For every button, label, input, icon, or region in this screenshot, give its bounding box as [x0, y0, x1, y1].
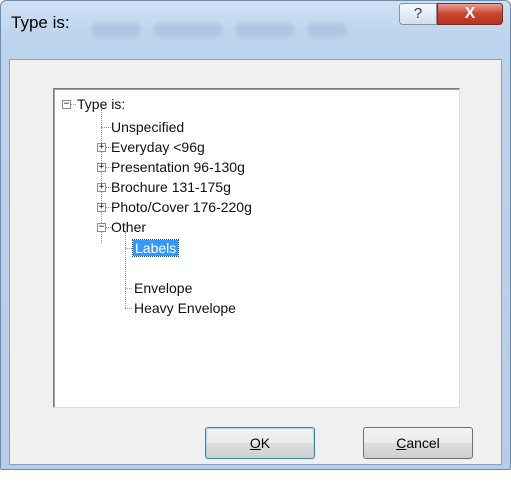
ok-label-rest: K: [260, 435, 271, 451]
close-icon: X: [464, 5, 476, 22]
cancel-label-rest: ancel: [406, 435, 440, 451]
tree-item-labels[interactable]: Labels: [131, 239, 180, 257]
cancel-mnemonic: C: [396, 435, 407, 451]
selected-item-label: Labels: [131, 239, 180, 257]
help-button[interactable]: ?: [399, 3, 437, 25]
help-icon: ?: [413, 5, 423, 22]
tree-connector: [71, 104, 76, 105]
expand-icon[interactable]: +: [97, 203, 106, 212]
tree-item-envelope[interactable]: Envelope: [134, 279, 192, 297]
tree-item-everyday[interactable]: Everyday <96g: [111, 138, 205, 156]
tree-item-brochure[interactable]: Brochure 131-175g: [111, 178, 231, 196]
expand-icon[interactable]: +: [97, 143, 106, 152]
tree-item-presentation[interactable]: Presentation 96-130g: [111, 158, 245, 176]
collapse-icon[interactable]: −: [97, 223, 106, 232]
dialog-window: Type is: ? X − Type is: Unspecified + Ev…: [0, 0, 511, 470]
close-button[interactable]: X: [437, 3, 503, 25]
tree-connector: [125, 232, 126, 308]
tree-connector: [101, 127, 111, 128]
title-bar[interactable]: Type is: ? X: [1, 1, 510, 59]
blurred-background-tabs: [91, 23, 391, 43]
collapse-icon[interactable]: −: [62, 100, 71, 109]
type-tree-view[interactable]: − Type is: Unspecified + Everyday <96g +…: [53, 88, 460, 408]
tree-item-unspecified[interactable]: Unspecified: [111, 118, 184, 136]
tree-connector: [125, 308, 132, 309]
window-title: Type is:: [11, 13, 70, 32]
ok-mnemonic: O: [249, 435, 261, 451]
tree-connector: [125, 288, 132, 289]
tree-item-heavy-envelope[interactable]: Heavy Envelope: [134, 299, 236, 317]
ok-button[interactable]: OK: [205, 427, 315, 459]
dialog-client-area: − Type is: Unspecified + Everyday <96g +…: [9, 59, 502, 465]
tree-connector: [125, 248, 132, 249]
expand-icon[interactable]: +: [97, 163, 106, 172]
tree-item-photo-cover[interactable]: Photo/Cover 176-220g: [111, 198, 252, 216]
expand-icon[interactable]: +: [97, 183, 106, 192]
tree-item-other[interactable]: Other: [111, 218, 146, 236]
cancel-button[interactable]: Cancel: [363, 427, 473, 459]
